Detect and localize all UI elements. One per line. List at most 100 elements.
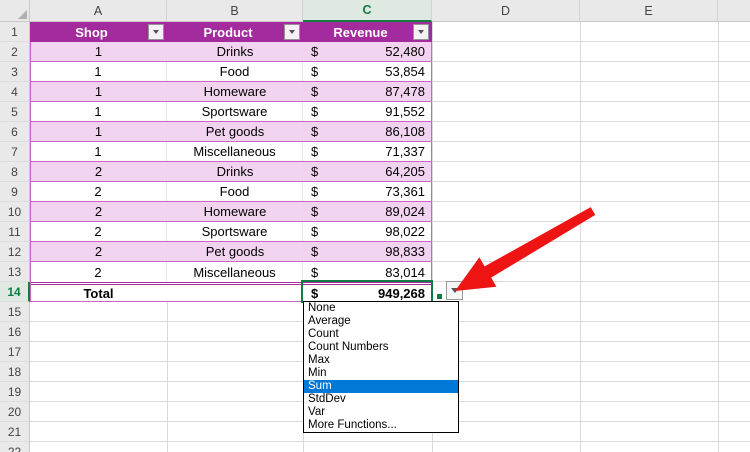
shop-cell[interactable]: 1 bbox=[30, 62, 167, 81]
dropdown-item-count[interactable]: Count bbox=[304, 328, 458, 341]
shop-cell[interactable]: 1 bbox=[30, 82, 167, 101]
row-header-18[interactable]: 18 bbox=[0, 362, 30, 382]
dropdown-item-count-numbers[interactable]: Count Numbers bbox=[304, 341, 458, 354]
table-total-row: Total 949,268 $ bbox=[30, 282, 432, 302]
product-cell[interactable]: Sportsware bbox=[167, 102, 303, 121]
total-empty-cell[interactable] bbox=[167, 285, 303, 301]
dropdown-item-min[interactable]: Min bbox=[304, 367, 458, 380]
column-header-c[interactable]: C bbox=[303, 0, 432, 22]
table-left-border bbox=[30, 42, 31, 302]
column-header-d[interactable]: D bbox=[432, 0, 580, 22]
table-row: 1 Drinks 52,480 $ bbox=[30, 42, 432, 62]
product-cell[interactable]: Miscellaneous bbox=[167, 262, 303, 282]
shop-cell[interactable]: 1 bbox=[30, 122, 167, 141]
shop-cell[interactable]: 2 bbox=[30, 262, 167, 282]
product-cell[interactable]: Drinks bbox=[167, 42, 303, 61]
revenue-cell[interactable]: 98,833 $ bbox=[303, 242, 432, 261]
column-header-e[interactable]: E bbox=[580, 0, 718, 22]
product-cell[interactable]: Pet goods bbox=[167, 242, 303, 261]
product-cell[interactable]: Food bbox=[167, 182, 303, 201]
dropdown-item-var[interactable]: Var bbox=[304, 406, 458, 419]
table-header-product[interactable]: Product bbox=[167, 22, 303, 42]
table-row: 1 Homeware 87,478 $ bbox=[30, 82, 432, 102]
revenue-cell[interactable]: 87,478 $ bbox=[303, 82, 432, 101]
shop-cell[interactable]: 2 bbox=[30, 222, 167, 241]
shop-cell[interactable]: 2 bbox=[30, 182, 167, 201]
product-cell[interactable]: Drinks bbox=[167, 162, 303, 181]
product-cell[interactable]: Food bbox=[167, 62, 303, 81]
dropdown-item-none[interactable]: None bbox=[304, 302, 458, 315]
row-header-22[interactable]: 22 bbox=[0, 442, 30, 452]
select-all-corner[interactable] bbox=[0, 0, 30, 22]
shop-cell[interactable]: 1 bbox=[30, 102, 167, 121]
revenue-cell[interactable]: 86,108 $ bbox=[303, 122, 432, 141]
row-header-11[interactable]: 11 bbox=[0, 222, 30, 242]
data-table: Shop Product Revenue 1 Drinks 52,480 $1 Food 53,… bbox=[30, 22, 432, 302]
revenue-cell[interactable]: 89,024 $ bbox=[303, 202, 432, 221]
revenue-cell[interactable]: 91,552 $ bbox=[303, 102, 432, 121]
shop-cell[interactable]: 2 bbox=[30, 242, 167, 261]
currency-symbol: $ bbox=[311, 184, 319, 199]
table-header-shop[interactable]: Shop bbox=[30, 22, 167, 42]
shop-cell[interactable]: 1 bbox=[30, 142, 167, 161]
revenue-cell[interactable]: 83,014 $ bbox=[303, 262, 432, 282]
row-header-13[interactable]: 13 bbox=[0, 262, 30, 282]
revenue-cell[interactable]: 71,337 $ bbox=[303, 142, 432, 161]
column-header-a[interactable]: A bbox=[30, 0, 167, 22]
row-header-9[interactable]: 9 bbox=[0, 182, 30, 202]
row-header-4[interactable]: 4 bbox=[0, 82, 30, 102]
row-header-10[interactable]: 10 bbox=[0, 202, 30, 222]
currency-symbol: $ bbox=[311, 104, 319, 119]
column-header-f[interactable]: F bbox=[718, 0, 750, 22]
product-cell[interactable]: Homeware bbox=[167, 82, 303, 101]
total-aggregate-dropdown-button[interactable] bbox=[446, 281, 463, 300]
row-header-15[interactable]: 15 bbox=[0, 302, 30, 322]
row-header-20[interactable]: 20 bbox=[0, 402, 30, 422]
dropdown-item-average[interactable]: Average bbox=[304, 315, 458, 328]
product-cell[interactable]: Homeware bbox=[167, 202, 303, 221]
table-right-border bbox=[431, 42, 432, 302]
revenue-cell[interactable]: 52,480 $ bbox=[303, 42, 432, 61]
dropdown-item-sum[interactable]: Sum bbox=[304, 380, 458, 393]
row-header-5[interactable]: 5 bbox=[0, 102, 30, 122]
table-header-revenue[interactable]: Revenue bbox=[303, 22, 432, 42]
row-header-3[interactable]: 3 bbox=[0, 62, 30, 82]
currency-symbol: $ bbox=[311, 264, 319, 280]
column-header-b[interactable]: B bbox=[167, 0, 303, 22]
currency-symbol: $ bbox=[311, 144, 319, 159]
row-header-14[interactable]: 14 bbox=[0, 282, 30, 302]
row-header-17[interactable]: 17 bbox=[0, 342, 30, 362]
table-row: 1 Food 53,854 $ bbox=[30, 62, 432, 82]
row-header-19[interactable]: 19 bbox=[0, 382, 30, 402]
currency-symbol: $ bbox=[311, 224, 319, 239]
filter-button[interactable] bbox=[413, 24, 429, 40]
revenue-cell[interactable]: 64,205 $ bbox=[303, 162, 432, 181]
row-header-7[interactable]: 7 bbox=[0, 142, 30, 162]
total-revenue-cell[interactable]: 949,268 $ bbox=[303, 285, 432, 301]
product-cell[interactable]: Pet goods bbox=[167, 122, 303, 141]
row-header-12[interactable]: 12 bbox=[0, 242, 30, 262]
dropdown-item-stddev[interactable]: StdDev bbox=[304, 393, 458, 406]
revenue-cell[interactable]: 73,361 $ bbox=[303, 182, 432, 201]
row-header-2[interactable]: 2 bbox=[0, 42, 30, 62]
dropdown-item-more-functions[interactable]: More Functions... bbox=[304, 419, 458, 432]
shop-cell[interactable]: 2 bbox=[30, 202, 167, 221]
dropdown-item-max[interactable]: Max bbox=[304, 354, 458, 367]
product-cell[interactable]: Sportsware bbox=[167, 222, 303, 241]
filter-chevron-icon bbox=[289, 30, 295, 34]
revenue-cell[interactable]: 98,022 $ bbox=[303, 222, 432, 241]
row-header-8[interactable]: 8 bbox=[0, 162, 30, 182]
shop-cell[interactable]: 2 bbox=[30, 162, 167, 181]
product-cell[interactable]: Miscellaneous bbox=[167, 142, 303, 161]
row-header-6[interactable]: 6 bbox=[0, 122, 30, 142]
total-label-cell[interactable]: Total bbox=[30, 285, 167, 301]
row-header-1[interactable]: 1 bbox=[0, 22, 30, 42]
shop-cell[interactable]: 1 bbox=[30, 42, 167, 61]
filter-button[interactable] bbox=[284, 24, 300, 40]
row-header-21[interactable]: 21 bbox=[0, 422, 30, 442]
row-header-16[interactable]: 16 bbox=[0, 322, 30, 342]
currency-symbol: $ bbox=[311, 164, 319, 179]
filter-button[interactable] bbox=[148, 24, 164, 40]
revenue-cell[interactable]: 53,854 $ bbox=[303, 62, 432, 81]
fill-handle[interactable] bbox=[437, 294, 442, 299]
